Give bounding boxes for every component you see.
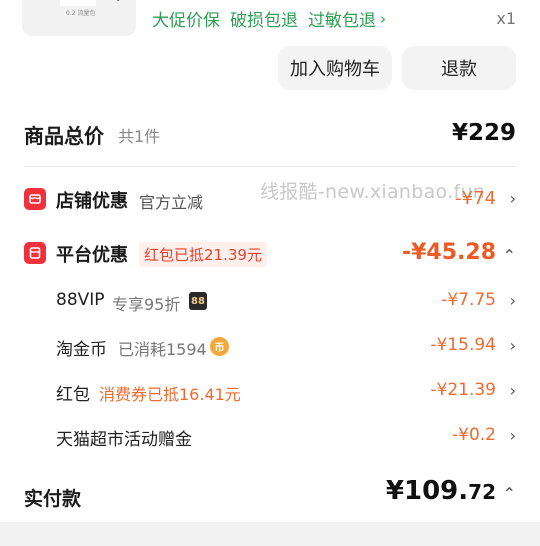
actual-payment-amount[interactable]: ¥109.72 xyxy=(386,476,496,506)
vip-label: 88VIP xyxy=(56,290,105,310)
red-packet-label: 红包 xyxy=(56,385,90,405)
store-discount-sub: 官方立减 xyxy=(139,193,204,212)
platform-discount-amount[interactable]: -¥45.28 xyxy=(402,240,496,265)
tmall-bonus-amount[interactable]: -¥0.2 xyxy=(452,425,496,445)
vip-sub: 专享95折 xyxy=(112,295,181,314)
platform-discount-title: 平台优惠 xyxy=(56,245,128,266)
refund-button[interactable]: 退款 xyxy=(402,46,516,90)
chevron-right-icon[interactable]: › xyxy=(510,189,516,208)
chevron-right-icon[interactable]: › xyxy=(510,381,516,400)
coin-icon: 币 xyxy=(210,337,229,356)
service-damage-refund: 破损包退 xyxy=(230,11,298,31)
thumbnail-caption: 0.2 流量包 xyxy=(66,10,96,17)
coupon-icon xyxy=(24,242,46,264)
chevron-right-icon[interactable]: › xyxy=(510,336,516,355)
red-packet-tag: 红包已抵21.39元 xyxy=(139,242,267,267)
store-discount-amount[interactable]: -¥74 xyxy=(455,188,496,209)
divider xyxy=(24,166,516,167)
actual-payment-label: 实付款 xyxy=(24,488,82,510)
chevron-right-icon[interactable]: › xyxy=(510,426,516,445)
chevron-up-icon[interactable]: ⌃ xyxy=(503,484,516,503)
tmall-bonus-label: 天猫超市活动赠金 xyxy=(56,430,192,450)
thumbnail-stroke xyxy=(116,0,134,2)
chevron-right-icon[interactable]: › xyxy=(510,291,516,310)
add-to-cart-button[interactable]: 加入购物车 xyxy=(278,46,392,90)
service-price-protect: 大促价保 xyxy=(152,11,220,31)
product-thumbnail[interactable]: 0.2 流量包 xyxy=(22,0,136,36)
service-guarantees[interactable]: 大促价保 破损包退 过敏包退 › xyxy=(152,6,386,32)
service-allergy-refund: 过敏包退 xyxy=(308,11,376,31)
red-packet-sub: 消费券已抵16.41元 xyxy=(99,385,241,404)
vip-88-icon: 88 xyxy=(189,292,207,310)
item-count: 共1件 xyxy=(118,127,161,146)
bottom-bar xyxy=(0,522,540,546)
store-icon xyxy=(24,188,46,210)
thumbnail-card xyxy=(60,0,96,6)
chevron-up-icon[interactable]: ⌃ xyxy=(503,246,516,265)
red-packet-amount[interactable]: -¥21.39 xyxy=(430,380,496,400)
chevron-right-icon: › xyxy=(380,9,386,28)
payment-amount-int: ¥109. xyxy=(385,476,469,506)
product-quantity: x1 xyxy=(496,9,516,28)
total-price-value: ¥229 xyxy=(451,120,516,146)
vip-amount[interactable]: -¥7.75 xyxy=(441,290,496,310)
watermark-text: 线报酷-new.xianbao.fun xyxy=(260,181,486,203)
payment-amount-dec: 72 xyxy=(468,480,496,504)
taojinbi-amount[interactable]: -¥15.94 xyxy=(430,335,496,355)
store-discount-title: 店铺优惠 xyxy=(56,191,128,212)
taojinbi-label: 淘金币 xyxy=(56,340,107,360)
taojinbi-sub: 已消耗1594 xyxy=(118,340,207,359)
total-price-label: 商品总价 xyxy=(24,124,104,148)
